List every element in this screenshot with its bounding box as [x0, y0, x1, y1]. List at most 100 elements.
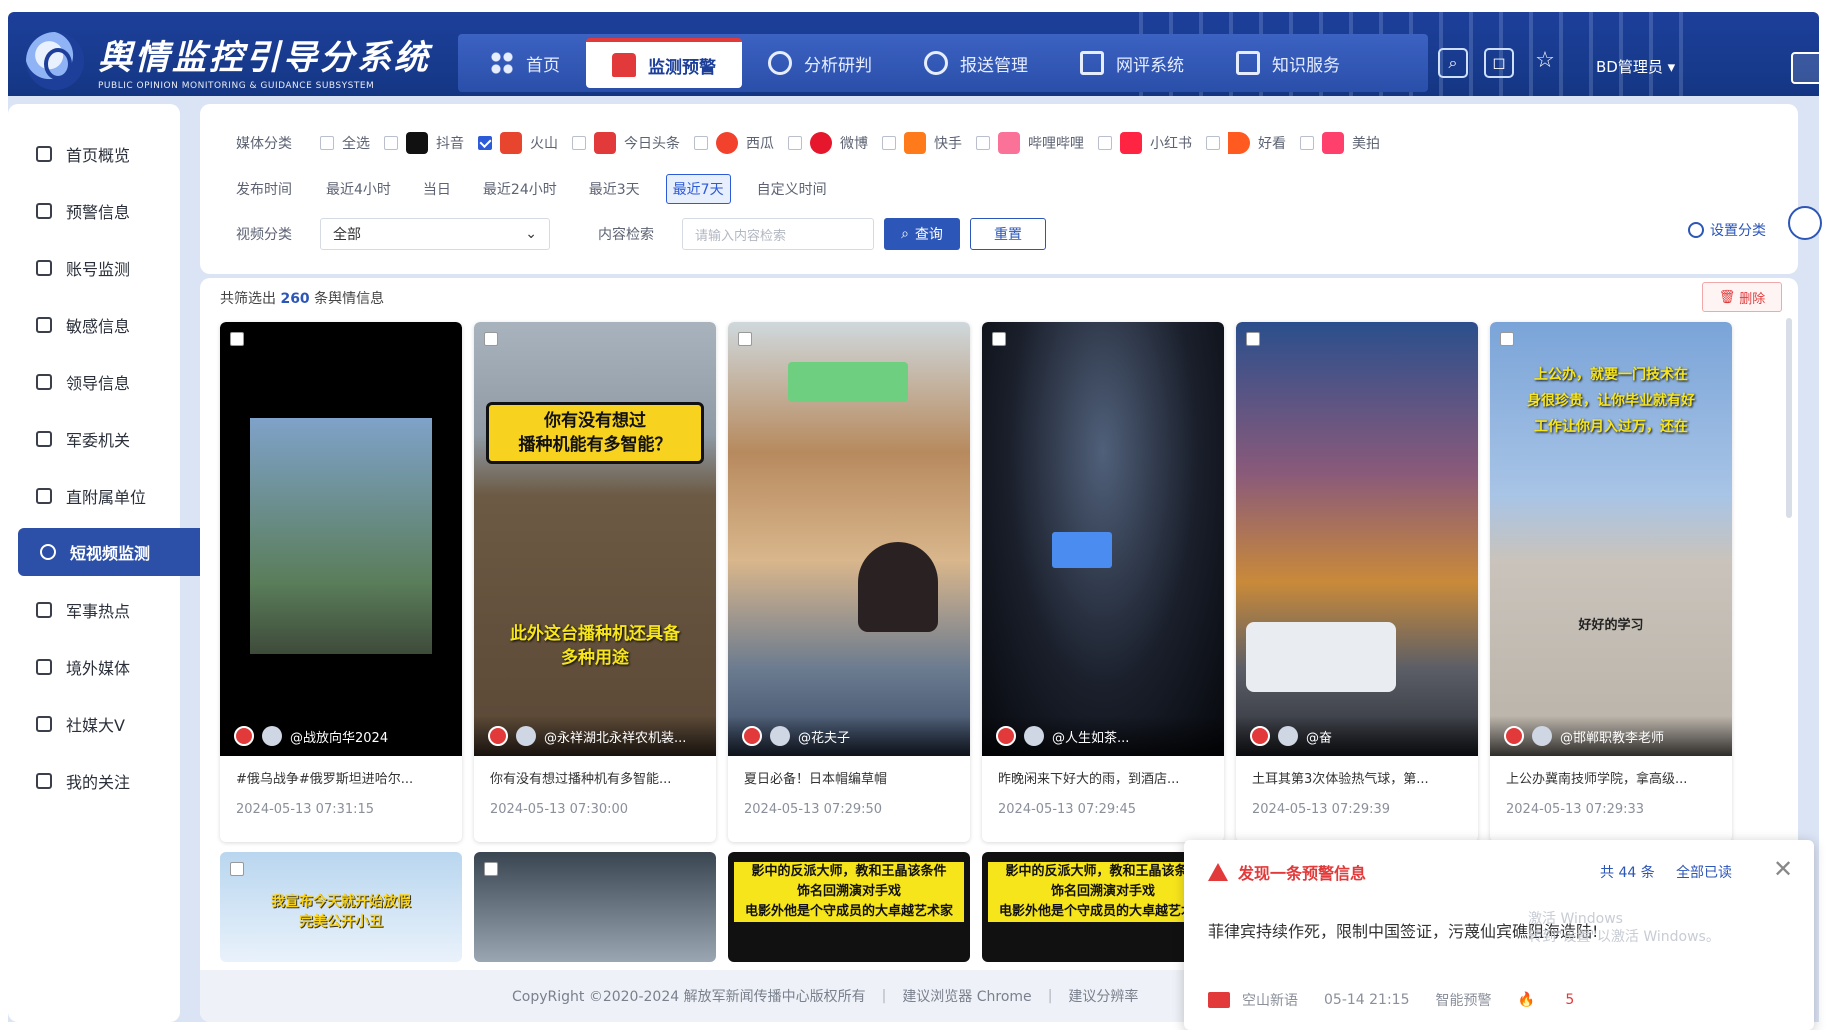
chevron-down-icon: ⌄ — [525, 226, 537, 242]
sidebar: 首页概览 预警信息 账号监测 敏感信息 领导信息 军委机关 直附属单位 短视频监… — [8, 104, 208, 1022]
video-card[interactable]: 我宣布今天就开始放假 完美公开小丑 — [220, 852, 462, 962]
time-option[interactable]: 最近24小时 — [477, 175, 563, 203]
set-category-link[interactable]: 设置分类 — [1688, 220, 1766, 240]
avatar — [516, 726, 536, 746]
card-checkbox[interactable] — [992, 332, 1006, 346]
video-card[interactable]: @花夫子 夏日必备！日本帽编草帽 2024-05-13 07:29:50 — [728, 322, 970, 842]
card-checkbox[interactable] — [1246, 332, 1260, 346]
checkbox[interactable] — [572, 136, 586, 150]
video-card[interactable]: @战放向华2024 #俄乌战争#俄罗斯坦进哈尔... 2024-05-13 07… — [220, 322, 462, 842]
card-title[interactable]: 上公办冀南技师学院，拿高级... — [1506, 768, 1720, 787]
video-card[interactable] — [474, 852, 716, 962]
nav-monitoring-alert[interactable]: 监测预警 — [586, 38, 742, 88]
media-option-weibo[interactable]: 微博 — [788, 132, 868, 154]
nav-home[interactable]: 首页 — [464, 38, 586, 88]
floating-tool-icon[interactable] — [1788, 206, 1822, 240]
card-title[interactable]: 你有没有想过播种机有多智能... — [490, 768, 704, 787]
checkbox[interactable] — [320, 136, 334, 150]
app-logo[interactable]: 舆情监控引导分系统 PUBLIC OPINION MONITORING & GU… — [26, 30, 431, 91]
card-checkbox[interactable] — [1500, 332, 1514, 346]
media-option-bilibili[interactable]: 哔哩哔哩 — [976, 132, 1084, 154]
nav-comment[interactable]: 网评系统 — [1054, 38, 1210, 88]
sidebar-item-leaders[interactable]: 领导信息 — [8, 358, 180, 406]
star-icon[interactable]: ☆ — [1530, 48, 1560, 78]
media-option-toutiao[interactable]: 今日头条 — [572, 132, 680, 154]
sidebar-item-alerts[interactable]: 预警信息 — [8, 187, 180, 235]
video-card[interactable]: 你有没有想过 播种机能有多智能？ 此外这台播种机还具备 多种用途 @永祥湖北永祥… — [474, 322, 716, 842]
card-title[interactable]: 夏日必备！日本帽编草帽 — [744, 768, 958, 787]
checkbox[interactable] — [1098, 136, 1112, 150]
sidebar-item-overview[interactable]: 首页概览 — [8, 130, 180, 178]
fullscreen-icon[interactable] — [1791, 52, 1819, 84]
video-thumbnail[interactable]: @奋 — [1236, 322, 1478, 756]
screenshot-icon[interactable]: ◻ — [1484, 48, 1514, 78]
media-option-xigua[interactable]: 西瓜 — [694, 132, 774, 154]
media-option-all[interactable]: 全选 — [320, 133, 370, 153]
notification-count[interactable]: 共 44 条 — [1600, 862, 1655, 882]
checkbox[interactable] — [788, 136, 802, 150]
mark-all-read-link[interactable]: 全部已读 — [1676, 862, 1732, 882]
search-icon[interactable]: ⌕ — [1438, 48, 1468, 78]
media-option-huoshan[interactable]: 火山 — [478, 132, 558, 154]
app-title: 舆情监控引导分系统 — [98, 38, 431, 78]
sidebar-item-affiliated-units[interactable]: 直附属单位 — [8, 472, 180, 520]
card-title[interactable]: 土耳其第3次体验热气球，第... — [1252, 768, 1466, 787]
scrollbar[interactable] — [1786, 318, 1792, 518]
time-option-custom[interactable]: 自定义时间 — [751, 175, 833, 203]
checkbox[interactable] — [384, 136, 398, 150]
time-option[interactable]: 最近4小时 — [320, 175, 397, 203]
card-checkbox[interactable] — [484, 332, 498, 346]
checkbox[interactable] — [882, 136, 896, 150]
checkbox[interactable] — [1300, 136, 1314, 150]
checkbox-checked[interactable] — [478, 136, 492, 150]
notification-source: 空山新语 — [1242, 993, 1298, 1009]
media-option-meipai[interactable]: 美拍 — [1300, 132, 1380, 154]
checkbox[interactable] — [1206, 136, 1220, 150]
time-option[interactable]: 当日 — [417, 175, 457, 203]
sidebar-item-short-video[interactable]: 短视频监测 — [18, 528, 208, 576]
card-checkbox[interactable] — [738, 332, 752, 346]
card-checkbox[interactable] — [484, 862, 498, 876]
sidebar-item-sensitive[interactable]: 敏感信息 — [8, 301, 180, 349]
video-card[interactable]: 影中的反派大师，教和王晶该条件 饰名回溯演对手戏 电影外他是个守成员的大卓越艺术… — [728, 852, 970, 962]
media-option-xiaohongshu[interactable]: 小红书 — [1098, 132, 1192, 154]
sidebar-item-my-follow[interactable]: 我的关注 — [8, 757, 180, 805]
close-icon[interactable]: ✕ — [1768, 854, 1798, 884]
user-menu[interactable]: BD管理员 ▾ — [1596, 56, 1675, 77]
card-title[interactable]: 昨晚闲来下好大的雨，到酒店... — [998, 768, 1212, 787]
time-option-selected[interactable]: 最近7天 — [665, 174, 731, 204]
media-option-kuaishou[interactable]: 快手 — [882, 132, 962, 154]
video-thumbnail[interactable]: @花夫子 — [728, 322, 970, 756]
video-thumbnail[interactable]: @人生如茶... — [982, 322, 1224, 756]
card-title[interactable]: #俄乌战争#俄罗斯坦进哈尔... — [236, 768, 450, 787]
delete-button[interactable]: 🗑 删除 — [1702, 282, 1782, 312]
video-card[interactable]: @人生如茶... 昨晚闲来下好大的雨，到酒店... 2024-05-13 07:… — [982, 322, 1224, 842]
video-card[interactable]: 上公办，就要一门技术在 身很珍贵，让你毕业就有好 工作让你月入过万，还在 好好的… — [1490, 322, 1732, 842]
sidebar-item-military-commission[interactable]: 军委机关 — [8, 415, 180, 463]
media-option-haokan[interactable]: 好看 — [1206, 132, 1286, 154]
card-checkbox[interactable] — [230, 332, 244, 346]
video-card[interactable]: @奋 土耳其第3次体验热气球，第... 2024-05-13 07:29:39 — [1236, 322, 1478, 842]
thumbnail-caption: 影中的反派大师，教和王晶该条件 饰名回溯演对手戏 电影外他是个守成员的大卓越艺术… — [734, 862, 964, 922]
content-search-input[interactable]: 请输入内容检索 — [682, 218, 874, 250]
video-thumbnail[interactable]: 你有没有想过 播种机能有多智能？ 此外这台播种机还具备 多种用途 @永祥湖北永祥… — [474, 322, 716, 756]
sidebar-item-foreign-media[interactable]: 境外媒体 — [8, 643, 180, 691]
query-button[interactable]: ⌕ 查询 — [884, 218, 960, 250]
sidebar-item-accounts[interactable]: 账号监测 — [8, 244, 180, 292]
video-thumbnail[interactable]: @战放向华2024 — [220, 322, 462, 756]
nav-knowledge[interactable]: 知识服务 — [1210, 38, 1366, 88]
home-icon — [490, 51, 514, 75]
checkbox[interactable] — [976, 136, 990, 150]
divider: | — [1047, 988, 1053, 1004]
checkbox[interactable] — [694, 136, 708, 150]
card-checkbox[interactable] — [230, 862, 244, 876]
sidebar-item-social-influencers[interactable]: 社媒大V — [8, 700, 180, 748]
time-option[interactable]: 最近3天 — [583, 175, 646, 203]
sidebar-item-military-hot[interactable]: 军事热点 — [8, 586, 180, 634]
reset-button[interactable]: 重置 — [970, 218, 1046, 250]
media-option-douyin[interactable]: 抖音 — [384, 132, 464, 154]
nav-report[interactable]: 报送管理 — [898, 38, 1054, 88]
video-category-select[interactable]: 全部 ⌄ — [320, 218, 550, 250]
video-thumbnail[interactable]: 上公办，就要一门技术在 身很珍贵，让你毕业就有好 工作让你月入过万，还在 好好的… — [1490, 322, 1732, 756]
nav-analysis[interactable]: 分析研判 — [742, 38, 898, 88]
